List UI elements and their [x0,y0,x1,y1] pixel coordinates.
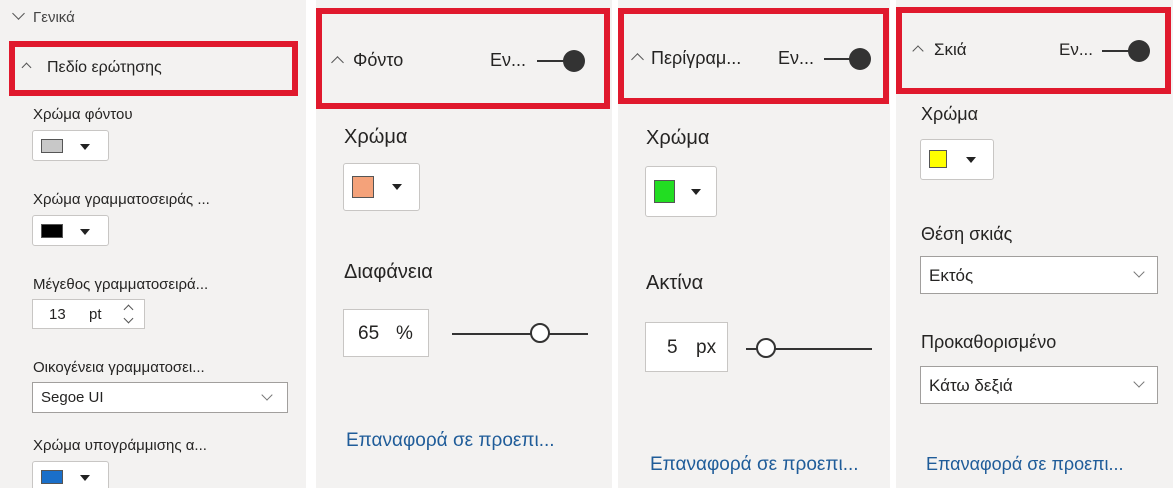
section-title[interactable]: Περίγραμ... [651,48,741,69]
font-family-label: Οικογένεια γραμματοσει... [33,359,205,376]
dropdown-caret-icon [80,144,90,150]
toggle-knob [1128,40,1150,62]
transparency-input[interactable]: 65 % [343,309,429,357]
font-size-value: 13 [49,306,66,323]
color-swatch [654,180,675,203]
slider-thumb[interactable] [530,323,550,343]
font-color-picker[interactable] [32,215,109,246]
position-label: Θέση σκιάς [921,224,1013,244]
format-pane-border: Περίγραμ... Εν... Χρώμα Ακτίνα 5 px Επαν… [618,0,890,488]
chevron-down-icon [1133,376,1145,388]
bg-color-picker[interactable] [343,163,420,211]
radius-label: Ακτίνα [646,272,704,294]
toggle-label: Εν... [490,50,527,70]
shadow-position-value: Εκτός [929,266,974,285]
color-swatch [41,224,63,238]
font-size-label: Μέγεθος γραμματοσειρά... [33,276,209,293]
format-pane-qna: Γενικά Πεδίο ερώτησης Χρώμα φόντου Χρώμα… [0,0,306,488]
border-color-picker[interactable] [645,166,717,217]
general-section-label[interactable]: Γενικά [33,9,75,26]
section-title[interactable]: Σκιά [934,40,967,60]
toggle-label: Εν... [778,48,815,68]
transparency-value: 65 [358,323,380,344]
toggle-knob [849,48,871,70]
format-pane-background: Φόντο Εν... Χρώμα Διαφάνεια 65 % Επαναφο… [316,0,612,488]
shadow-color-picker[interactable] [920,139,994,180]
font-family-value: Segoe UI [41,389,104,406]
underline-color-label: Χρώμα υπογράμμισης α... [33,437,207,454]
reset-link[interactable]: Επαναφορά σε προεπι... [650,454,859,476]
bg-color-label: Χρώμα φόντου [33,106,133,123]
transparency-label: Διαφάνεια [344,261,433,283]
font-size-unit: pt [89,306,102,323]
toggle-knob [563,50,585,72]
dropdown-caret-icon [80,229,90,235]
underline-color-picker[interactable] [32,461,109,488]
section-title[interactable]: Φόντο [353,50,403,71]
toggle-label: Εν... [1059,40,1094,59]
color-swatch [352,176,374,198]
chevron-down-icon[interactable] [12,7,25,20]
reset-link[interactable]: Επαναφορά σε προεπι... [926,454,1124,475]
bg-color-picker[interactable] [32,130,109,161]
shadow-position-select[interactable]: Εκτός [920,256,1158,294]
radius-input[interactable]: 5 px [645,322,728,372]
color-swatch [41,470,63,484]
slider-track [452,333,588,335]
font-size-input[interactable]: 13 pt [32,299,145,329]
stepper-down-icon[interactable] [123,313,134,324]
radius-value: 5 [667,337,678,358]
dropdown-caret-icon [80,475,90,481]
transparency-unit: % [396,323,413,344]
chevron-down-icon [261,389,273,401]
font-family-select[interactable]: Segoe UI [32,382,288,413]
color-label: Χρώμα [646,127,710,149]
preset-label: Προκαθορισμένο [921,332,1057,352]
color-swatch [41,139,63,153]
slider-thumb[interactable] [756,338,776,358]
format-pane-shadow: Σκιά Εν... Χρώμα Θέση σκιάς Εκτός Προκαθ… [896,0,1173,488]
color-label: Χρώμα [344,126,408,148]
color-swatch [929,150,947,168]
font-color-label: Χρώμα γραμματοσειράς ... [33,191,210,208]
divider [306,0,316,488]
radius-unit: px [696,337,717,358]
dropdown-caret-icon [691,189,701,195]
shadow-preset-value: Κάτω δεξιά [929,376,1013,395]
color-label: Χρώμα [921,104,979,124]
reset-link[interactable]: Επαναφορά σε προεπι... [346,430,555,452]
dropdown-caret-icon [392,184,402,190]
dropdown-caret-icon [966,157,976,163]
section-title[interactable]: Πεδίο ερώτησης [47,59,162,77]
chevron-down-icon [1133,266,1145,278]
shadow-preset-select[interactable]: Κάτω δεξιά [920,366,1158,404]
